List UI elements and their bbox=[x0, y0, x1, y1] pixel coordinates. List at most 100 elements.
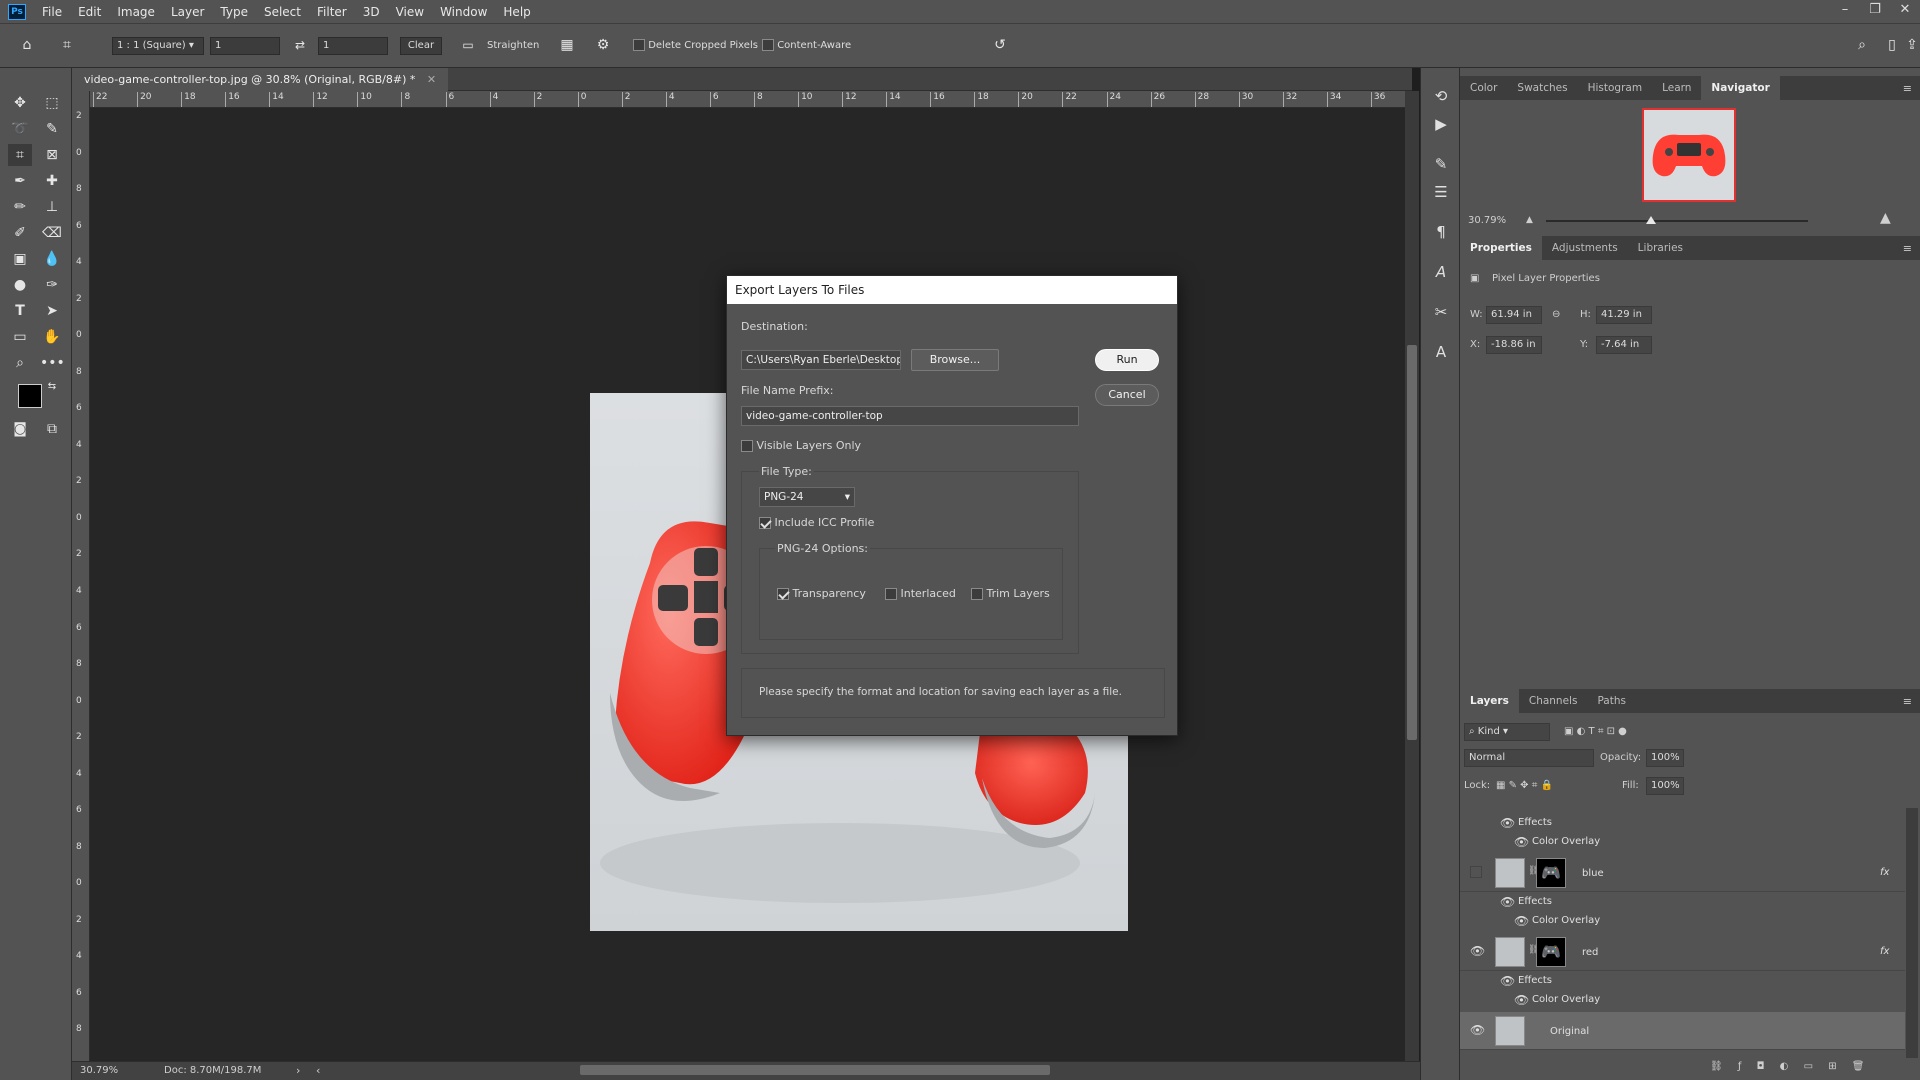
menu-file[interactable]: File bbox=[34, 5, 70, 19]
close-window-button[interactable]: ✕ bbox=[1890, 0, 1920, 23]
content-aware-option[interactable]: Content-Aware bbox=[762, 37, 851, 55]
reset-icon[interactable]: ↺ bbox=[988, 34, 1012, 56]
actions-play-icon[interactable]: ▶ bbox=[1429, 112, 1453, 136]
pen-tool-icon[interactable]: ✑ bbox=[40, 274, 64, 296]
visibility-eye-icon[interactable]: 👁 bbox=[1470, 1023, 1485, 1037]
share-icon[interactable]: ⇪ bbox=[1900, 34, 1920, 56]
height-field[interactable]: 41.29 in bbox=[1596, 306, 1652, 324]
minimize-button[interactable]: – bbox=[1830, 0, 1860, 23]
dodge-tool-icon[interactable]: ● bbox=[8, 274, 32, 296]
overlay-visibility-icon[interactable]: 👁 bbox=[1514, 914, 1529, 928]
icc-option[interactable]: Include ICC Profile bbox=[759, 516, 874, 529]
screen-mode-icon[interactable]: ⧉ bbox=[40, 418, 64, 440]
filter-icons[interactable]: ▣ ◐ T ⌗ ⊡ ● bbox=[1564, 723, 1627, 741]
crop-tool-icon[interactable]: ⌗ bbox=[8, 144, 32, 166]
straighten-label[interactable]: Straighten bbox=[487, 37, 539, 55]
eraser-tool-icon[interactable]: ⌫ bbox=[40, 222, 64, 244]
transparency-option[interactable]: Transparency bbox=[777, 587, 866, 600]
panel-menu-icon[interactable]: ≡ bbox=[1903, 82, 1912, 95]
search-icon[interactable]: ⌕ bbox=[1850, 34, 1874, 56]
menu-type[interactable]: Type bbox=[212, 5, 256, 19]
layer-name-red[interactable]: red bbox=[1582, 947, 1598, 958]
tab-color[interactable]: Color bbox=[1460, 76, 1507, 100]
visibility-toggle-hidden[interactable] bbox=[1470, 866, 1482, 878]
trim-option[interactable]: Trim Layers bbox=[971, 587, 1050, 600]
history-icon[interactable]: ⟲ bbox=[1429, 84, 1453, 108]
menu-layer[interactable]: Layer bbox=[163, 5, 212, 19]
lasso-tool-icon[interactable]: ➰ bbox=[8, 118, 32, 140]
zoom-out-icon[interactable]: ▲ bbox=[1526, 211, 1533, 229]
crop-tool-preset-icon[interactable]: ⌗ bbox=[55, 34, 79, 56]
menu-help[interactable]: Help bbox=[495, 5, 538, 19]
tab-navigator[interactable]: Navigator bbox=[1701, 76, 1780, 100]
straighten-icon[interactable]: ▭ bbox=[456, 34, 480, 56]
swap-colors-icon[interactable]: ⇆ bbox=[40, 376, 64, 398]
delete-cropped-checkbox[interactable] bbox=[633, 39, 645, 51]
marquee-tool-icon[interactable]: ⬚ bbox=[40, 92, 64, 114]
icc-checkbox[interactable] bbox=[759, 517, 771, 529]
x-field[interactable]: -18.86 in bbox=[1486, 336, 1542, 354]
navigator-zoom-slider[interactable] bbox=[1546, 220, 1808, 222]
scroll-left-arrow-icon[interactable]: ‹ bbox=[316, 1064, 320, 1077]
status-menu-arrow-icon[interactable]: › bbox=[296, 1064, 300, 1077]
zoom-in-icon[interactable]: ▲ bbox=[1880, 209, 1891, 227]
ratio-select[interactable]: 1 : 1 (Square) ▾ bbox=[112, 37, 204, 55]
clear-button[interactable]: Clear bbox=[400, 37, 442, 55]
healing-tool-icon[interactable]: ✚ bbox=[40, 170, 64, 192]
fx-icon[interactable]: fx bbox=[1880, 946, 1889, 957]
menu-edit[interactable]: Edit bbox=[70, 5, 109, 19]
blur-tool-icon[interactable]: 💧 bbox=[40, 248, 64, 270]
horizontal-scroll-thumb[interactable] bbox=[580, 1065, 1050, 1075]
overlay-visibility-icon[interactable]: 👁 bbox=[1514, 835, 1529, 849]
overlay-grid-icon[interactable]: ▦ bbox=[555, 34, 579, 56]
transparency-checkbox[interactable] bbox=[777, 588, 789, 600]
interlaced-option[interactable]: Interlaced bbox=[885, 587, 956, 600]
home-icon[interactable]: ⌂ bbox=[15, 34, 39, 56]
fx-icon[interactable]: fx bbox=[1880, 867, 1889, 878]
content-aware-checkbox[interactable] bbox=[762, 39, 774, 51]
glyphs-icon[interactable]: A bbox=[1429, 260, 1453, 284]
link-dimensions-icon[interactable]: ⊖ bbox=[1552, 306, 1560, 324]
frame-tool-icon[interactable]: ⊠ bbox=[40, 144, 64, 166]
layer-kind-filter[interactable]: ⌕ Kind ▾ bbox=[1464, 723, 1550, 741]
visible-only-checkbox[interactable] bbox=[741, 440, 753, 452]
tab-learn[interactable]: Learn bbox=[1652, 76, 1701, 100]
close-tab-icon[interactable]: ✕ bbox=[427, 73, 436, 86]
zoom-tool-icon[interactable]: ⌕ bbox=[8, 352, 32, 374]
stamp-tool-icon[interactable]: ⊥ bbox=[40, 196, 64, 218]
ratio-height-input[interactable]: 1 bbox=[318, 37, 388, 55]
document-tab[interactable]: video-game-controller-top.jpg @ 30.8% (O… bbox=[72, 68, 449, 91]
vertical-scroll-thumb[interactable] bbox=[1407, 345, 1417, 740]
tab-layers[interactable]: Layers bbox=[1460, 689, 1519, 713]
effects-visibility-icon[interactable]: 👁 bbox=[1500, 974, 1515, 988]
layers-menu-icon[interactable]: ≡ bbox=[1903, 695, 1912, 708]
adjust-icon[interactable]: ☰ bbox=[1429, 180, 1453, 204]
menu-select[interactable]: Select bbox=[256, 5, 309, 19]
layer-name-original[interactable]: Original bbox=[1550, 1026, 1589, 1037]
layer-action-icons[interactable]: ⛓ ƒ ◘ ◐ ▭ ⊞ 🗑 bbox=[1710, 1058, 1870, 1076]
visibility-eye-icon[interactable]: 👁 bbox=[1470, 944, 1485, 958]
gradient-tool-icon[interactable]: ▣ bbox=[8, 248, 32, 270]
history-brush-icon[interactable]: ✐ bbox=[8, 222, 32, 244]
y-field[interactable]: -7.64 in bbox=[1596, 336, 1652, 354]
ratio-width-input[interactable]: 1 bbox=[210, 37, 280, 55]
tab-libraries[interactable]: Libraries bbox=[1628, 236, 1693, 260]
gear-icon[interactable]: ⚙ bbox=[591, 34, 615, 56]
layer-row-blue[interactable]: ⛓ 🎮 blue fx bbox=[1460, 854, 1905, 892]
width-field[interactable]: 61.94 in bbox=[1486, 306, 1542, 324]
brush-settings-icon[interactable]: ✎ bbox=[1429, 152, 1453, 176]
tab-swatches[interactable]: Swatches bbox=[1507, 76, 1577, 100]
trim-checkbox[interactable] bbox=[971, 588, 983, 600]
effects-visibility-icon[interactable]: 👁 bbox=[1500, 816, 1515, 830]
overlay-visibility-icon[interactable]: 👁 bbox=[1514, 993, 1529, 1007]
destination-input[interactable]: C:\Users\Ryan Eberle\Desktop\ bbox=[741, 350, 901, 370]
quick-mask-icon[interactable]: ◙ bbox=[8, 418, 32, 440]
delete-cropped-option[interactable]: Delete Cropped Pixels bbox=[633, 37, 758, 55]
hand-tool-icon[interactable]: ✋ bbox=[40, 326, 64, 348]
menu-3d[interactable]: 3D bbox=[355, 5, 388, 19]
menu-image[interactable]: Image bbox=[109, 5, 163, 19]
shape-tool-icon[interactable]: ▭ bbox=[8, 326, 32, 348]
visible-only-option[interactable]: Visible Layers Only bbox=[741, 439, 861, 452]
menu-view[interactable]: View bbox=[388, 5, 432, 19]
navigator-preview[interactable] bbox=[1642, 108, 1736, 202]
